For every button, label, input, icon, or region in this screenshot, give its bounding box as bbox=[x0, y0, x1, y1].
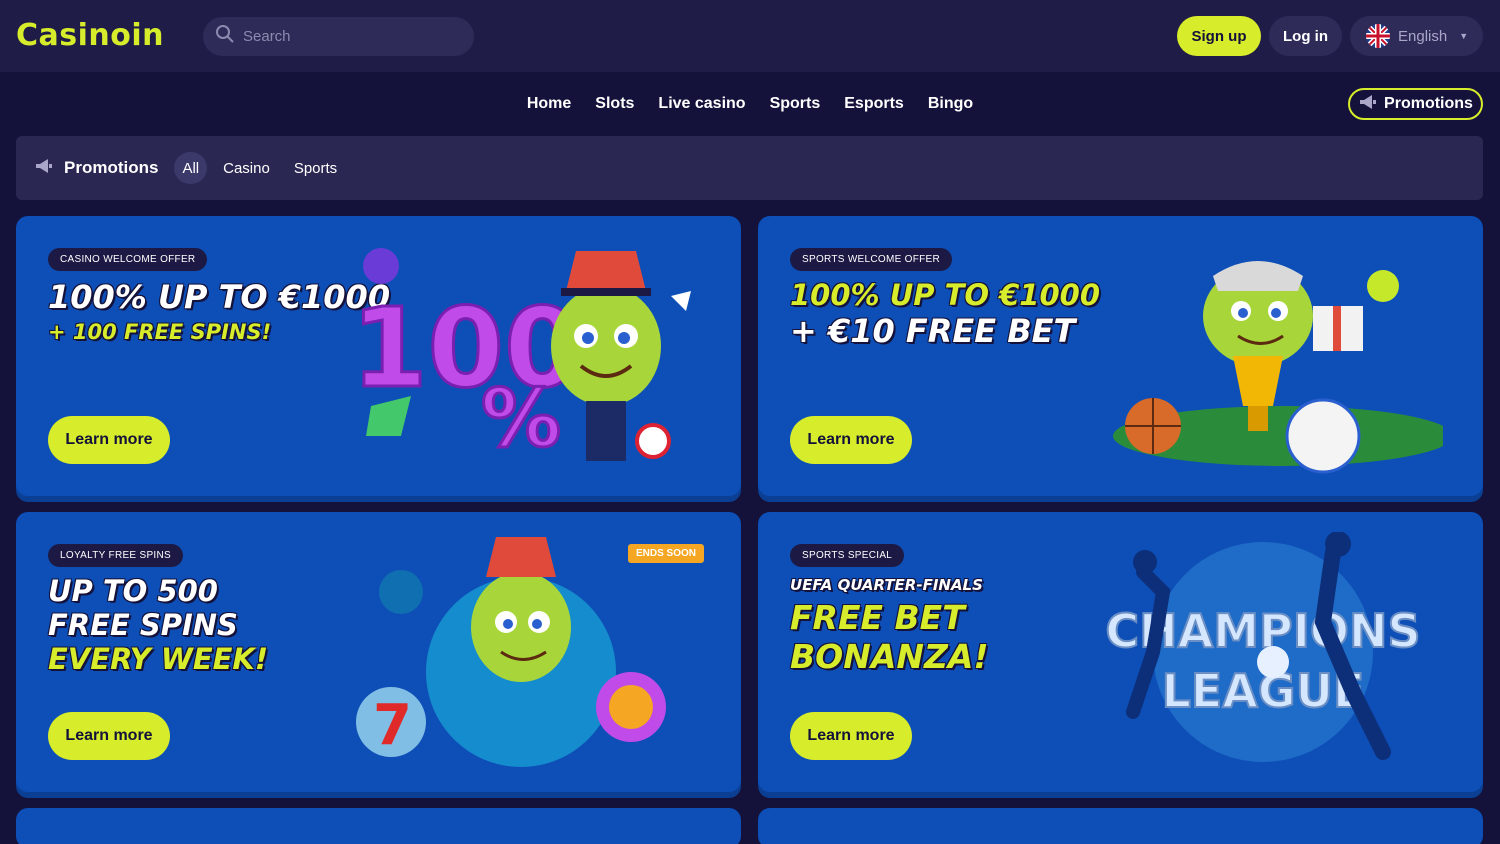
learn-more-button[interactable]: Learn more bbox=[48, 416, 170, 464]
uk-flag-icon bbox=[1366, 24, 1390, 48]
nav-slots[interactable]: Slots bbox=[595, 95, 634, 113]
megaphone-icon bbox=[34, 158, 54, 179]
promotions-button[interactable]: Promotions bbox=[1348, 88, 1483, 120]
language-selector[interactable]: English ▼ bbox=[1350, 16, 1483, 56]
mascot-slot-machine-illustration: 7 bbox=[356, 537, 666, 767]
promo-headline: 100% UP TO €1000 + 100 FREE SPINS! bbox=[48, 278, 391, 344]
filter-chip-casino[interactable]: Casino bbox=[215, 152, 278, 184]
mascot-trophy-sports-illustration bbox=[1113, 261, 1443, 474]
promo-card-loyalty-free-spins[interactable]: Loyalty free spins ENDS SOON UP TO 500 F… bbox=[16, 512, 741, 792]
promo-headline: UP TO 500 FREE SPINS EVERY WEEK! bbox=[48, 574, 269, 676]
sign-up-button[interactable]: Sign up bbox=[1177, 16, 1261, 56]
search-bar[interactable] bbox=[203, 17, 474, 56]
main-nav: Home Slots Live casino Sports Esports Bi… bbox=[0, 86, 1500, 122]
nav-esports[interactable]: Esports bbox=[844, 95, 904, 113]
learn-more-button[interactable]: Learn more bbox=[48, 712, 170, 760]
log-in-button[interactable]: Log in bbox=[1269, 16, 1342, 56]
promo-headline: UEFA QUARTER-FINALS FREE BET BONANZA! bbox=[790, 576, 989, 676]
promo-tag: Sports special bbox=[790, 544, 905, 567]
promo-card-partial[interactable] bbox=[758, 808, 1483, 844]
nav-sports[interactable]: Sports bbox=[770, 95, 821, 113]
svg-text:%: % bbox=[481, 372, 561, 465]
mascot-100-percent-illustration: 100 % bbox=[350, 248, 691, 467]
promotions-heading: Promotions bbox=[34, 158, 158, 179]
promotions-filter-bar: Promotions All Casino Sports bbox=[16, 136, 1483, 200]
promo-card-sports-special[interactable]: Sports special UEFA QUARTER-FINALS FREE … bbox=[758, 512, 1483, 792]
promo-headline: 100% UP TO €1000 + €10 FREE BET bbox=[790, 278, 1101, 350]
promo-card-casino-welcome[interactable]: Casino welcome offer 100% UP TO €1000 + … bbox=[16, 216, 741, 496]
filter-chip-sports[interactable]: Sports bbox=[286, 152, 345, 184]
promo-card-partial[interactable] bbox=[16, 808, 741, 844]
chevron-down-icon: ▼ bbox=[1459, 31, 1469, 41]
nav-home[interactable]: Home bbox=[527, 95, 571, 113]
search-icon bbox=[215, 24, 235, 49]
filter-chip-all[interactable]: All bbox=[174, 152, 208, 184]
nav-bingo[interactable]: Bingo bbox=[928, 95, 973, 113]
language-label: English bbox=[1398, 27, 1448, 45]
promo-tag: Loyalty free spins bbox=[48, 544, 183, 567]
top-header: Casinoin Sign up Log in English ▼ bbox=[0, 0, 1500, 72]
svg-text:7: 7 bbox=[373, 693, 412, 758]
promotions-button-label: Promotions bbox=[1384, 95, 1473, 112]
casinoin-logo[interactable]: Casinoin bbox=[16, 14, 164, 58]
promo-tag: Sports welcome offer bbox=[790, 248, 953, 271]
search-input[interactable] bbox=[243, 28, 463, 45]
promotions-heading-label: Promotions bbox=[64, 158, 159, 177]
learn-more-button[interactable]: Learn more bbox=[790, 712, 912, 760]
champions-league-illustration: CHAMPIONS LEAGUE bbox=[1104, 532, 1422, 762]
learn-more-button[interactable]: Learn more bbox=[790, 416, 912, 464]
promo-card-sports-welcome[interactable]: Sports welcome offer 100% UP TO €1000 + … bbox=[758, 216, 1483, 496]
promo-tag: Casino welcome offer bbox=[48, 248, 208, 271]
nav-live-casino[interactable]: Live casino bbox=[658, 95, 745, 113]
megaphone-icon bbox=[1358, 94, 1378, 115]
